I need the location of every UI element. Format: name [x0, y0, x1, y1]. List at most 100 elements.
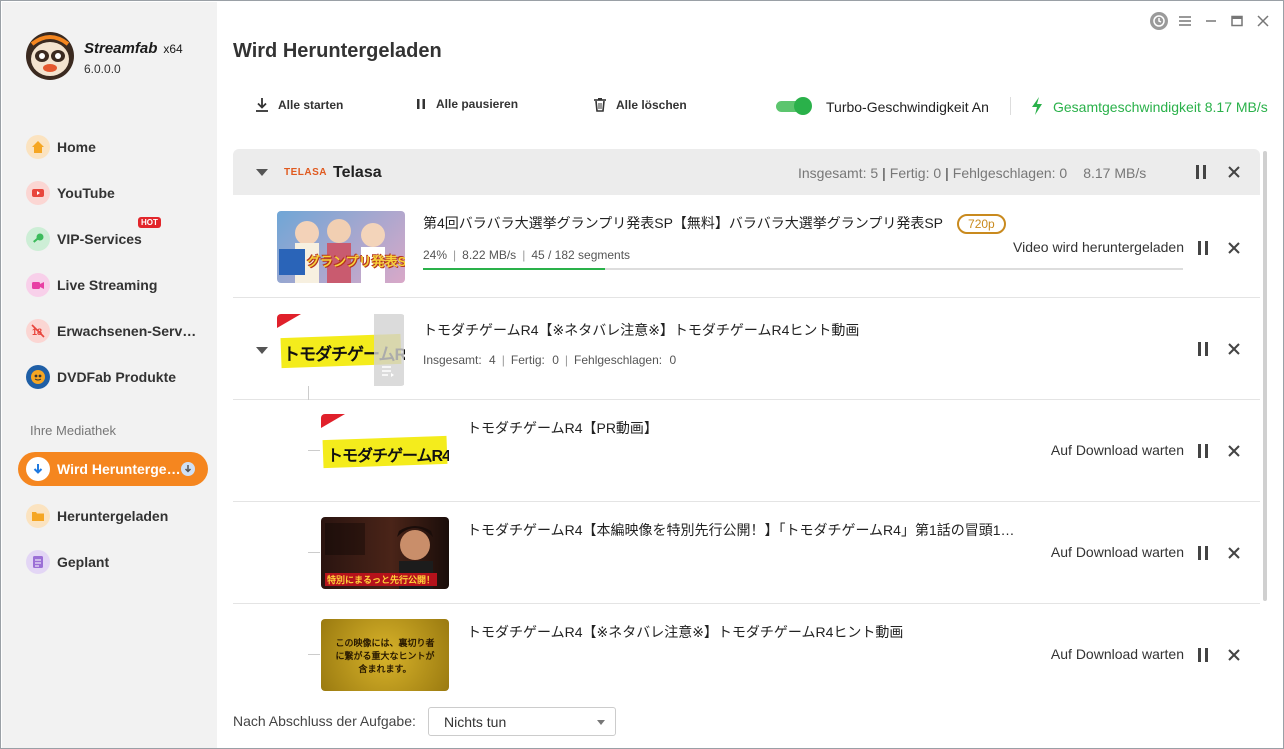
download-status: Auf Download warten	[1050, 442, 1184, 458]
playlist-child-row: この映像には、裏切り者に繋がる重大なヒントが含まれます。 トモダチゲームR4【※…	[233, 604, 1260, 694]
sidebar-item-label: YouTube	[57, 185, 115, 201]
delete-all-button[interactable]: Alle löschen	[593, 97, 687, 113]
pause-button[interactable]	[1197, 240, 1209, 261]
thumbnail-caption: グランプリ発表SP	[307, 254, 405, 269]
playlist-child-row: 特別にまるっと先行公開！ トモダチゲームR4【本編映像を特別先行公開！】「トモダ…	[233, 502, 1260, 604]
playlist-remove-button[interactable]	[1227, 342, 1241, 361]
group-stats: Insgesamt: 5 | Fertig: 0 | Fehlgeschlagen: 0…	[798, 165, 1147, 181]
playlist-done: 0	[552, 353, 559, 367]
sidebar-item-scheduled[interactable]: Geplant	[18, 545, 208, 579]
toggle-knob	[794, 97, 812, 115]
sidebar-item-live-streaming[interactable]: Live Streaming	[18, 268, 208, 302]
group-failed: Fehlgeschlagen: 0	[952, 165, 1068, 181]
video-thumbnail: 特別にまるっと先行公開！	[321, 517, 449, 589]
sidebar-item-label: Heruntergeladen	[57, 508, 169, 524]
adult-icon: 18	[26, 319, 50, 343]
key-icon	[26, 227, 50, 251]
folder-icon	[26, 504, 50, 528]
chevron-down-icon	[597, 720, 605, 725]
delete-all-label: Alle löschen	[616, 98, 687, 112]
library-section-label: Ihre Mediathek	[30, 423, 116, 438]
group-name: Telasa	[333, 164, 382, 181]
camera-icon	[26, 273, 50, 297]
pause-all-label: Alle pausieren	[436, 97, 519, 111]
sidebar-item-adult-services[interactable]: 18 Erwachsenen-Services	[18, 314, 208, 348]
after-task-select-value: Nichts tun	[444, 713, 507, 730]
remove-button[interactable]	[1227, 241, 1241, 260]
maximize-icon[interactable]	[1230, 14, 1244, 31]
svg-text:18: 18	[32, 327, 42, 337]
playlist-total: 4	[489, 353, 496, 367]
streamfab-logo	[24, 30, 76, 82]
sidebar-item-dvdfab-products[interactable]: DVDFab Produkte	[18, 360, 208, 394]
page-title: Wird Heruntergeladen	[233, 40, 442, 62]
turbo-label: Turbo-Geschwindigkeit An	[826, 99, 989, 115]
app-name: Streamfab x64	[84, 40, 183, 57]
video-title: トモダチゲームR4【本編映像を特別先行公開！】「トモダチゲームR4」第1話の冒頭…	[467, 522, 1019, 538]
progress-percent: 24%	[423, 248, 448, 262]
sidebar-item-youtube[interactable]: YouTube	[18, 176, 208, 210]
group-remove-button[interactable]	[1227, 165, 1241, 184]
playlist-thumbnail: トモダチゲームR4	[277, 314, 405, 386]
video-title: トモダチゲームR4【※ネタバレ注意※】トモダチゲームR4ヒント動画	[467, 624, 904, 640]
minimize-icon[interactable]	[1204, 14, 1218, 31]
menu-icon[interactable]	[1178, 14, 1192, 31]
sidebar-item-label: Home	[57, 139, 96, 155]
sidebar-item-label: VIP-Services	[57, 231, 142, 247]
playlist-failed: 0	[669, 353, 677, 367]
pause-all-button[interactable]: Alle pausieren	[415, 97, 518, 111]
lightning-icon	[1030, 96, 1044, 121]
sidebar-item-downloaded[interactable]: Heruntergeladen	[18, 499, 208, 533]
download-status: Video wird heruntergeladen	[1013, 239, 1184, 255]
remove-button[interactable]	[1227, 648, 1241, 667]
remove-button[interactable]	[1227, 444, 1241, 463]
download-title: 第4回バラバラ大選挙グランプリ発表SP【無料】バラバラ大選挙グランプリ発表SP 7…	[423, 213, 1143, 235]
playlist-total-label: Insgesamt:	[423, 353, 482, 367]
turbo-toggle[interactable]	[776, 97, 812, 115]
sidebar-item-vip-services[interactable]: VIP-Services HOT	[18, 217, 208, 256]
pause-button[interactable]	[1197, 443, 1209, 464]
telasa-logo: TELASA	[284, 167, 327, 178]
sidebar-item-label: Geplant	[57, 554, 110, 570]
video-thumbnail: この映像には、裏切り者に繋がる重大なヒントが含まれます。	[321, 619, 449, 691]
video-thumbnail: グランプリ発表SP	[277, 211, 405, 283]
download-status: Auf Download warten	[1050, 646, 1184, 662]
download-list: TELASA Telasa Insgesamt: 5 | Fertig: 0 | Feh…	[233, 149, 1260, 694]
download-badge-icon	[181, 462, 195, 476]
remove-button[interactable]	[1227, 546, 1241, 565]
download-title-text: 第4回バラバラ大選挙グランプリ発表SP【無料】バラバラ大選挙グランプリ発表SP	[423, 215, 944, 231]
sidebar-item-label: DVDFab Produkte	[57, 369, 177, 385]
pause-button[interactable]	[1197, 545, 1209, 566]
close-icon[interactable]	[1256, 14, 1270, 31]
group-done: Fertig: 0	[889, 165, 942, 181]
download-row: グランプリ発表SP 第4回バラバラ大選挙グランプリ発表SP【無料】バラバラ大選挙…	[233, 195, 1260, 298]
group-pause-button[interactable]	[1195, 164, 1207, 185]
history-icon[interactable]	[1149, 11, 1169, 34]
youtube-icon	[26, 181, 50, 205]
playlist-title: トモダチゲームR4【※ネタバレ注意※】トモダチゲームR4ヒント動画	[423, 322, 860, 338]
sidebar-item-downloading[interactable]: Wird Heruntergeladen	[18, 452, 208, 486]
download-progress-meta: 24% | 8.22 MB/s | 45 / 182 segments	[423, 248, 631, 262]
pause-button[interactable]	[1197, 647, 1209, 668]
sidebar: Streamfab x64 6.0.0.0 Home YouTube VIP-Se…	[2, 2, 217, 748]
app-window: Streamfab x64 6.0.0.0 Home YouTube VIP-Se…	[0, 0, 1284, 749]
collapse-group-icon[interactable]	[256, 169, 268, 176]
after-task-select[interactable]: Nichts tun	[428, 707, 616, 736]
tree-branch	[308, 450, 320, 451]
tree-branch	[308, 552, 320, 553]
list-scrollbar[interactable]	[1263, 151, 1267, 601]
progress-fill	[423, 268, 606, 270]
group-speed: 8.17 MB/s	[1083, 165, 1147, 181]
playlist-child-row: トモダチゲームR4 トモダチゲームR4【PR動画】 Auf Download w…	[233, 400, 1260, 502]
playlist-pause-button[interactable]	[1197, 341, 1209, 362]
progress-bar	[423, 268, 1183, 270]
pause-icon	[417, 99, 425, 109]
trash-icon	[594, 98, 606, 112]
thumbnail-caption: この映像には、裏切り者に繋がる重大なヒントが含まれます。	[335, 638, 435, 674]
collapse-playlist-icon[interactable]	[256, 347, 268, 354]
start-all-button[interactable]: Alle starten	[255, 97, 343, 113]
video-title: トモダチゲームR4【PR動画】	[467, 420, 658, 436]
sidebar-item-label: Wird Heruntergeladen	[57, 461, 181, 477]
download-status: Auf Download warten	[1050, 544, 1184, 560]
sidebar-item-home[interactable]: Home	[18, 130, 208, 164]
